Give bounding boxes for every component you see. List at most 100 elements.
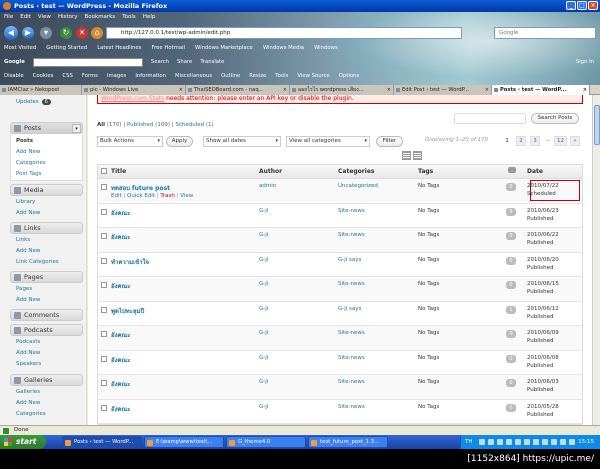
minimize-button[interactable]: _: [566, 1, 576, 10]
sidebar-section-media[interactable]: Media: [10, 184, 83, 196]
post-category[interactable]: Site-news: [338, 281, 365, 287]
search-engine-box[interactable]: Google: [494, 27, 596, 39]
sign-in-button[interactable]: Sign In: [576, 56, 600, 69]
post-author[interactable]: G-ji: [259, 232, 268, 238]
page-12[interactable]: 12: [554, 136, 567, 146]
sidebar-section-galleries[interactable]: Galleries: [10, 374, 83, 386]
google-search-input[interactable]: [32, 58, 143, 67]
list-view-icon[interactable]: [402, 151, 411, 160]
tray-icon[interactable]: [497, 439, 503, 445]
close-window-button[interactable]: ×: [588, 1, 598, 10]
dev-disable[interactable]: Disable: [4, 71, 24, 82]
post-category[interactable]: Site-news: [338, 232, 365, 238]
start-button[interactable]: start: [0, 435, 46, 449]
sidebar-item-posts[interactable]: Posts: [16, 138, 33, 144]
sidebar-item-galleries[interactable]: Galleries: [16, 389, 40, 395]
scrollbar-thumb[interactable]: [594, 105, 600, 145]
filter-scheduled[interactable]: Scheduled: [175, 122, 204, 128]
post-author[interactable]: G-ji: [259, 404, 268, 410]
tray-icon[interactable]: [542, 439, 548, 445]
comments-column-icon[interactable]: [508, 167, 516, 173]
post-author[interactable]: G-ji: [259, 281, 268, 287]
clock[interactable]: 15:15: [578, 435, 594, 449]
post-title-link[interactable]: ทำความเข้าใจ: [111, 257, 149, 267]
sidebar-item-add-new-gallery[interactable]: Add New: [16, 400, 40, 406]
quick-edit-link[interactable]: Quick Edit: [127, 193, 155, 199]
post-author[interactable]: G-ji: [259, 330, 268, 336]
menu-edit[interactable]: Edit: [20, 14, 31, 23]
sidebar-section-links[interactable]: Links: [10, 222, 83, 234]
filter-button[interactable]: Filter: [376, 136, 403, 147]
post-category[interactable]: G-ji says: [338, 257, 361, 263]
select-all-checkbox[interactable]: [101, 168, 107, 174]
categories-select[interactable]: View all categories: [286, 136, 370, 147]
post-category[interactable]: Site-news: [338, 404, 365, 410]
row-checkbox[interactable]: [101, 404, 107, 411]
post-title-link[interactable]: อังคณะ: [111, 281, 130, 291]
trash-link[interactable]: Trash: [160, 193, 175, 199]
dev-css[interactable]: CSS: [62, 71, 72, 82]
tab-3[interactable]: ThaiSEOBoard.com - naq... ×: [186, 85, 290, 95]
post-category[interactable]: G-ji says: [338, 306, 361, 312]
next-page-button[interactable]: »: [570, 136, 580, 146]
row-checkbox[interactable]: [101, 282, 107, 288]
sidebar-item-add-new-link[interactable]: Add New: [16, 248, 40, 254]
sidebar-item-add-new-podcast[interactable]: Add New: [16, 350, 40, 356]
column-date[interactable]: Date: [527, 168, 543, 175]
maximize-button[interactable]: □: [577, 1, 587, 10]
post-category[interactable]: Site-news: [338, 379, 365, 385]
menu-file[interactable]: File: [4, 14, 13, 23]
bulk-actions-select[interactable]: Bulk Actions: [97, 136, 163, 147]
tray-icon[interactable]: [479, 439, 485, 445]
bookmark-item[interactable]: Windows Media: [263, 43, 304, 54]
tab-6-active[interactable]: Posts ‹ test — WordP... ×: [492, 85, 590, 95]
bookmark-item[interactable]: Free Hotmail: [151, 43, 185, 54]
page-scrollbar[interactable]: [592, 95, 600, 425]
home-icon[interactable]: ⌂: [91, 27, 103, 39]
row-checkbox[interactable]: [101, 184, 107, 190]
tab-4[interactable]: ออกไรไร wordpress เสียง... ×: [290, 85, 394, 95]
comment-count-bubble[interactable]: 0: [506, 207, 516, 216]
dev-outline[interactable]: Outline: [221, 71, 240, 82]
bookmark-item[interactable]: Getting Started: [46, 43, 87, 54]
sidebar-section-pages[interactable]: Pages: [10, 271, 83, 283]
row-checkbox[interactable]: [101, 355, 107, 362]
row-checkbox[interactable]: [101, 208, 107, 215]
post-author[interactable]: admin: [259, 183, 276, 189]
post-category[interactable]: Site-news: [338, 330, 365, 336]
sidebar-item-podcasts[interactable]: Podcasts: [16, 339, 40, 345]
post-category[interactable]: Site-news: [338, 208, 365, 214]
column-tags[interactable]: Tags: [418, 168, 433, 175]
dev-options[interactable]: Options: [339, 71, 359, 82]
post-author[interactable]: G-ji: [259, 257, 268, 263]
post-category[interactable]: Uncategorized: [338, 183, 378, 189]
post-author[interactable]: G-ji: [259, 379, 268, 385]
sidebar-item-pages[interactable]: Pages: [16, 286, 32, 292]
view-link[interactable]: View: [180, 193, 193, 199]
row-checkbox[interactable]: [101, 380, 107, 386]
post-title-link[interactable]: อังคณะ: [111, 330, 130, 340]
dates-select[interactable]: Show all dates: [203, 136, 281, 147]
filter-all[interactable]: All: [97, 122, 105, 128]
tray-icon[interactable]: [533, 439, 539, 445]
post-title-link[interactable]: อังคณะ: [111, 208, 130, 218]
dropdown-icon[interactable]: ▾: [40, 27, 52, 39]
post-author[interactable]: G-ji: [259, 355, 268, 361]
sidebar-section-podcasts[interactable]: Podcasts: [10, 324, 83, 336]
column-author[interactable]: Author: [259, 168, 282, 175]
post-title-link[interactable]: พูดไปทะลุมปี: [111, 306, 144, 316]
comment-count-bubble[interactable]: 0: [506, 183, 516, 191]
menu-tools[interactable]: Tools: [122, 14, 136, 23]
post-category[interactable]: Site-news: [338, 355, 365, 361]
forward-icon[interactable]: ▶: [22, 27, 34, 39]
comment-count-bubble[interactable]: 0: [506, 281, 516, 289]
translate-button[interactable]: Translate: [200, 56, 224, 69]
tray-icon[interactable]: [569, 439, 575, 445]
tray-icon[interactable]: [560, 439, 566, 445]
menu-view[interactable]: View: [38, 14, 51, 23]
tray-icon[interactable]: [551, 439, 557, 445]
post-title-link[interactable]: อังคณะ: [111, 404, 130, 414]
tab-5[interactable]: Edit Post ‹ test — WordP... ×: [394, 85, 492, 95]
bookmark-item[interactable]: Most Visited: [4, 43, 36, 54]
post-author[interactable]: G-ji: [259, 208, 268, 214]
